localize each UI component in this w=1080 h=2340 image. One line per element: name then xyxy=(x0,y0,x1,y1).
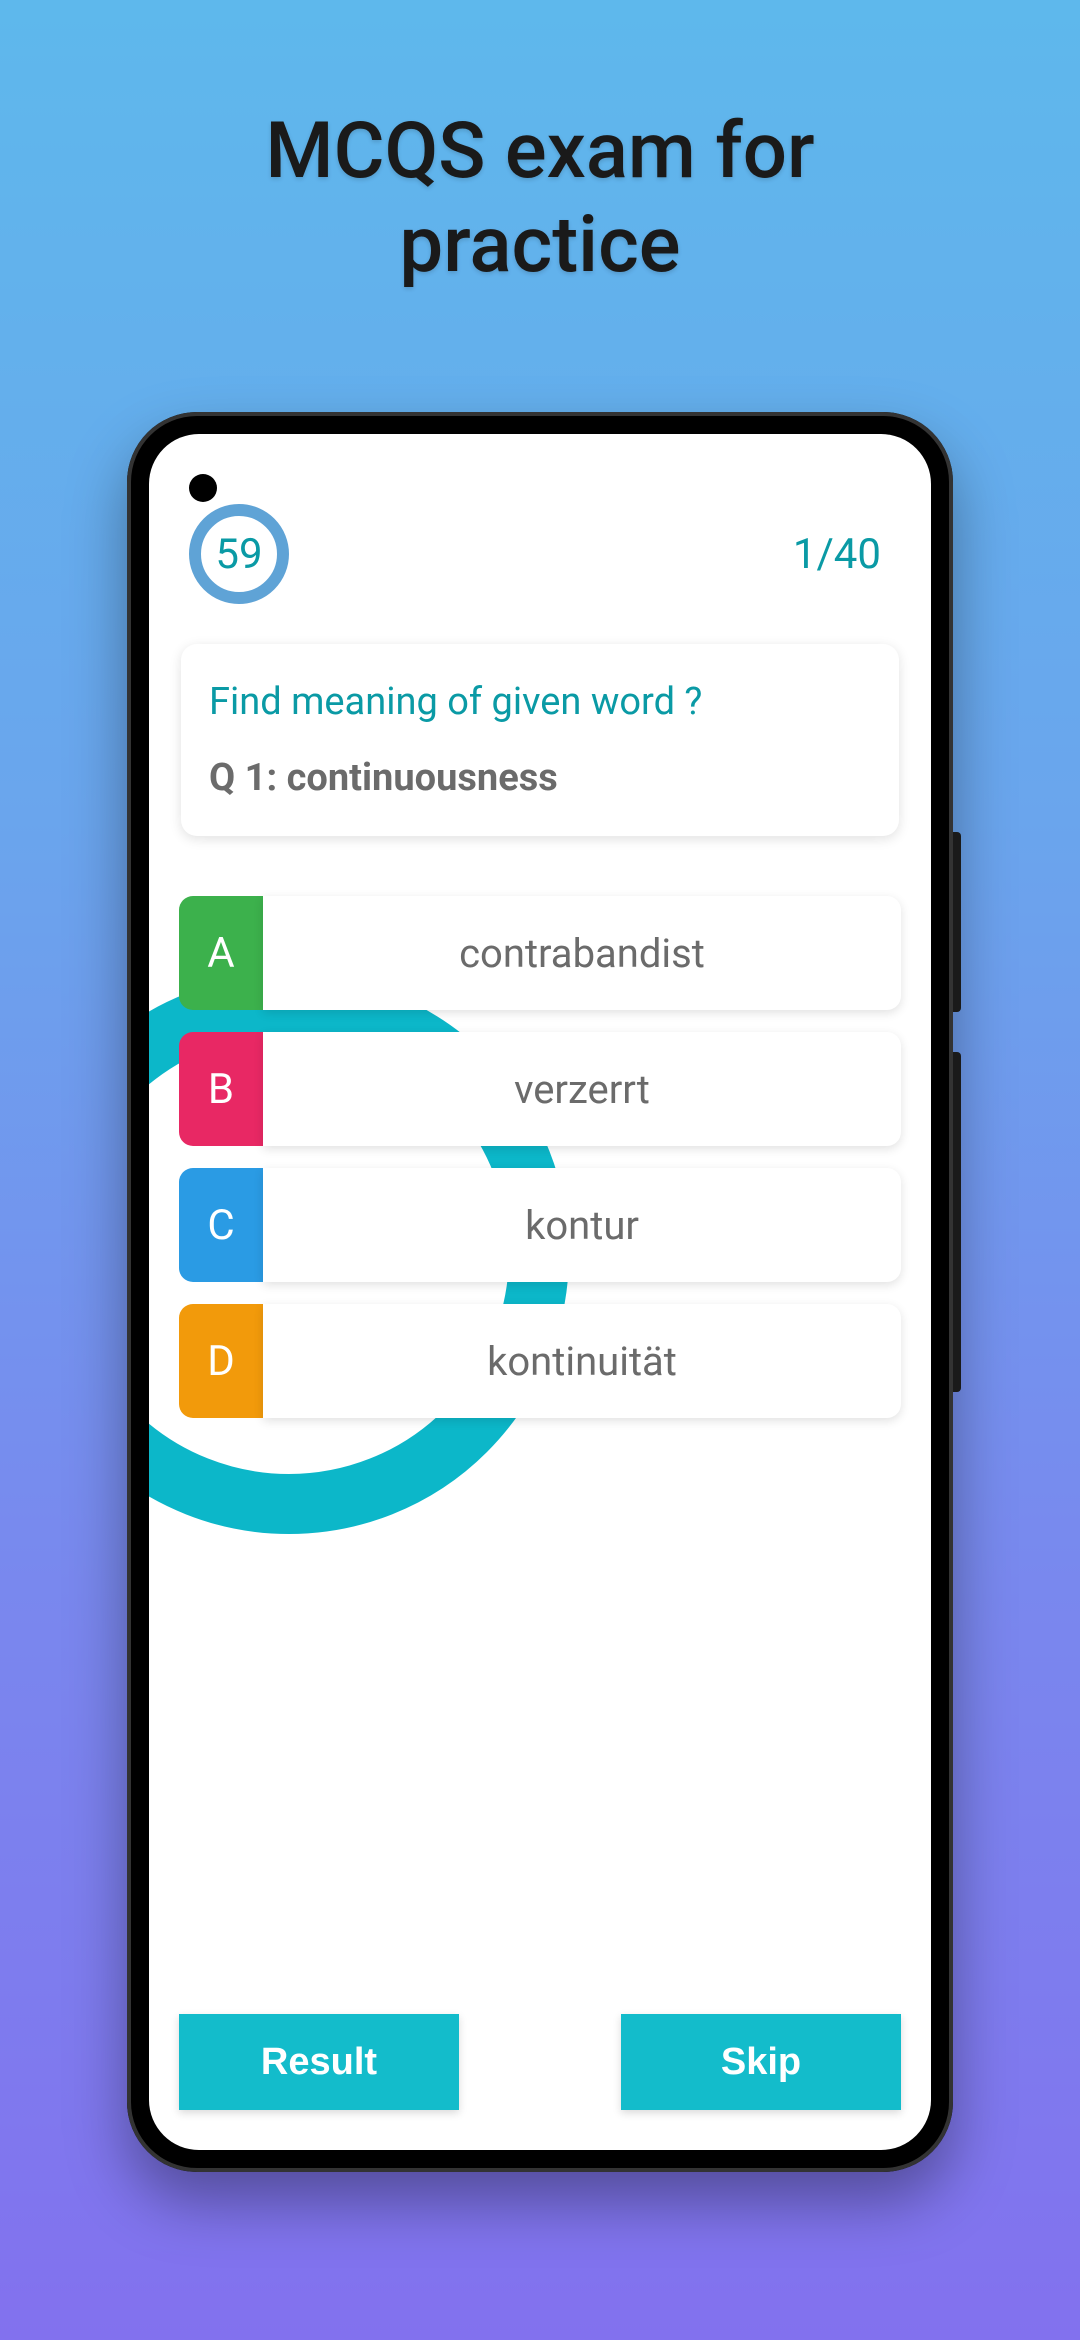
option-d[interactable]: D kontinuität xyxy=(179,1304,901,1418)
option-letter-b: B xyxy=(179,1032,263,1146)
option-text-d: kontinuität xyxy=(263,1304,901,1418)
timer-circle: 59 xyxy=(189,504,289,604)
bottom-buttons: Result Skip xyxy=(179,2014,901,2110)
top-bar: 59 1/40 xyxy=(179,494,901,644)
question-counter: 1/40 xyxy=(793,530,881,579)
phone-side-button-2 xyxy=(953,1052,961,1392)
promo-title-line1: MCQS exam for xyxy=(265,106,814,197)
option-letter-a: A xyxy=(179,896,263,1010)
question-card: Find meaning of given word ? Q 1: contin… xyxy=(181,644,899,836)
phone-frame: 59 1/40 Find meaning of given word ? Q 1… xyxy=(127,412,953,2172)
option-b[interactable]: B verzerrt xyxy=(179,1032,901,1146)
timer-value: 59 xyxy=(215,530,262,579)
option-c[interactable]: C kontur xyxy=(179,1168,901,1282)
option-text-b: verzerrt xyxy=(263,1032,901,1146)
option-letter-d: D xyxy=(179,1304,263,1418)
promo-title: MCQS exam for practice xyxy=(0,0,1080,292)
phone-side-button-1 xyxy=(953,832,961,1012)
skip-button[interactable]: Skip xyxy=(621,2014,901,2110)
option-text-c: kontur xyxy=(263,1168,901,1282)
camera-punch-hole xyxy=(189,474,217,502)
option-letter-c: C xyxy=(179,1168,263,1282)
question-prompt: Find meaning of given word ? xyxy=(209,680,871,724)
options-container: A contrabandist B verzerrt C kontur D ko… xyxy=(179,896,901,1418)
promo-title-line2: practice xyxy=(399,200,680,291)
phone-screen: 59 1/40 Find meaning of given word ? Q 1… xyxy=(149,434,931,2150)
option-text-a: contrabandist xyxy=(263,896,901,1010)
result-button[interactable]: Result xyxy=(179,2014,459,2110)
app-content: 59 1/40 Find meaning of given word ? Q 1… xyxy=(149,434,931,2150)
question-text: Q 1: continuousness xyxy=(209,756,871,800)
option-a[interactable]: A contrabandist xyxy=(179,896,901,1010)
